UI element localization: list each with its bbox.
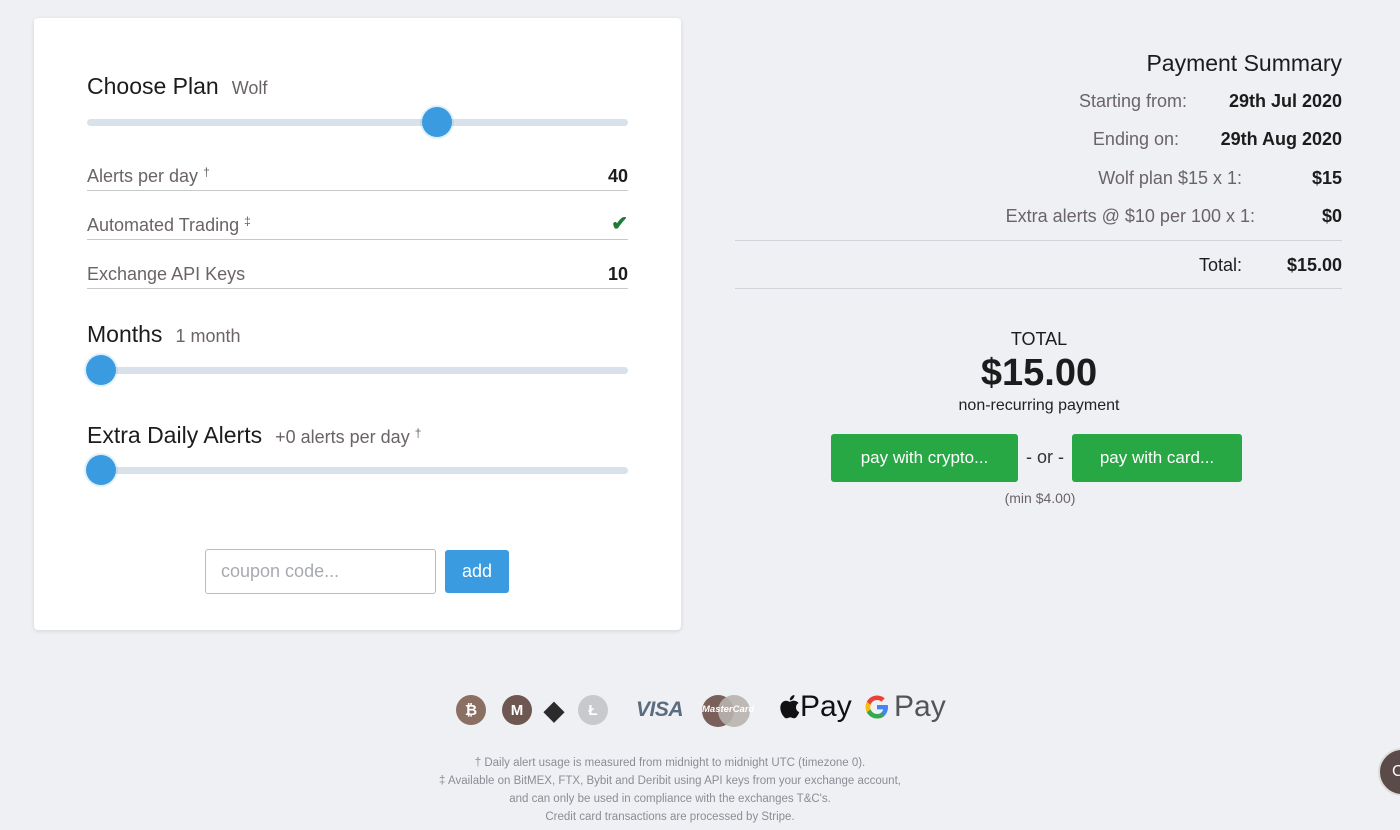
months-slider[interactable] [86,354,628,386]
extra-alerts-value: +0 alerts per day [275,427,410,447]
summary-key: Wolf plan $15 x 1: [1098,168,1242,188]
checkmark-icon: ✔ [611,213,628,235]
litecoin-icon: Ł [578,695,608,725]
summary-row-plan: Wolf plan $15 x 1: $15 [1098,168,1342,189]
add-coupon-button[interactable]: add [445,550,509,593]
months-slider-handle[interactable] [86,355,116,385]
pay-with-card-button[interactable]: pay with card... [1072,434,1242,482]
summary-key: Extra alerts @ $10 per 100 x 1: [1005,206,1255,226]
ethereum-icon: ◆ [544,694,564,725]
footnote-line: † Daily alert usage is measured from mid… [474,757,866,769]
choose-plan-title: Choose Plan [87,73,219,99]
summary-row-extra-alerts: Extra alerts @ $10 per 100 x 1: $0 [1006,206,1342,227]
payment-summary-title: Payment Summary [1146,50,1342,76]
feature-value-api-keys: 10 [607,264,628,284]
summary-key: Ending on: [1092,129,1179,149]
summary-value: $15 [1311,168,1342,188]
chat-launcher-button[interactable]: C [1378,748,1400,796]
summary-value: 29th Aug 2020 [1220,129,1342,149]
google-pay-icon: Pay [864,690,946,724]
apple-pay-text: Pay [800,690,852,723]
months-slider-track[interactable] [87,366,628,374]
choose-plan-header: Choose Plan Wolf [87,73,267,100]
choose-plan-value: Wolf [231,78,268,98]
footnote-line: ‡ Available on BitMEX, FTX, Bybit and De… [439,775,901,787]
coupon-input[interactable] [205,549,436,594]
extra-alerts-slider-track[interactable] [87,466,628,474]
apple-logo-icon [780,695,800,719]
google-g-icon [865,695,888,719]
footnote-line: Credit card transactions are processed b… [545,811,795,823]
feature-label-automated-trading: Automated Trading [87,215,240,235]
summary-total-value: $15.00 [1286,255,1342,275]
double-dagger-mark: ‡ [244,214,251,228]
plan-card: Choose Plan Wolf Alerts per day † 40 Auto… [34,18,681,630]
plan-slider[interactable] [87,106,628,138]
feature-row-automated-trading: Automated Trading ‡ ✔ [87,212,628,240]
feature-row-api-keys: Exchange API Keys 10 [87,261,628,289]
bitcoin-icon: ₿ [456,695,486,725]
summary-divider [735,240,1342,241]
extra-alerts-title: Extra Daily Alerts [87,422,263,448]
summary-row-end: Ending on: 29th Aug 2020 [1093,129,1342,150]
dagger-mark: † [203,165,210,179]
feature-label-alerts: Alerts per day [87,166,199,186]
months-header: Months 1 month [87,321,240,348]
apple-pay-icon: Pay [778,690,852,724]
summary-row-start: Starting from: 29th Jul 2020 [1079,91,1342,112]
feature-row-alerts: Alerts per day † 40 [87,163,628,191]
minimum-amount-note: (min $4.00) [1004,490,1076,506]
summary-total-key: Total: [1198,255,1242,275]
feature-label-api-keys: Exchange API Keys [87,264,246,284]
months-value: 1 month [175,326,241,346]
summary-value: 29th Jul 2020 [1228,91,1342,111]
dagger-mark: † [414,426,422,440]
extra-alerts-slider-handle[interactable] [86,455,116,485]
google-pay-text: Pay [894,690,946,723]
footnote-line: and can only be used in compliance with … [509,793,831,805]
summary-value: $0 [1321,206,1342,226]
summary-divider [735,288,1342,289]
mastercard-icon: MasterCard [700,694,755,728]
payment-type-note: non-recurring payment [958,397,1120,414]
summary-key: Starting from: [1078,91,1187,111]
mastercard-text: MasterCard [702,704,755,715]
feature-value-alerts: 40 [607,166,628,186]
visa-icon: VISA [636,698,684,721]
months-title: Months [87,321,163,347]
pay-with-crypto-button[interactable]: pay with crypto... [831,434,1018,482]
total-amount: $15.00 [980,352,1098,394]
total-label: TOTAL [1010,329,1068,349]
monero-icon: M [502,695,532,725]
extra-alerts-slider[interactable] [86,454,628,486]
plan-slider-track[interactable] [87,118,628,126]
plan-slider-handle[interactable] [422,107,452,137]
extra-alerts-header: Extra Daily Alerts +0 alerts per day † [87,422,421,449]
summary-row-total: Total: $15.00 [1199,255,1342,276]
or-separator: - or - [1026,447,1064,467]
